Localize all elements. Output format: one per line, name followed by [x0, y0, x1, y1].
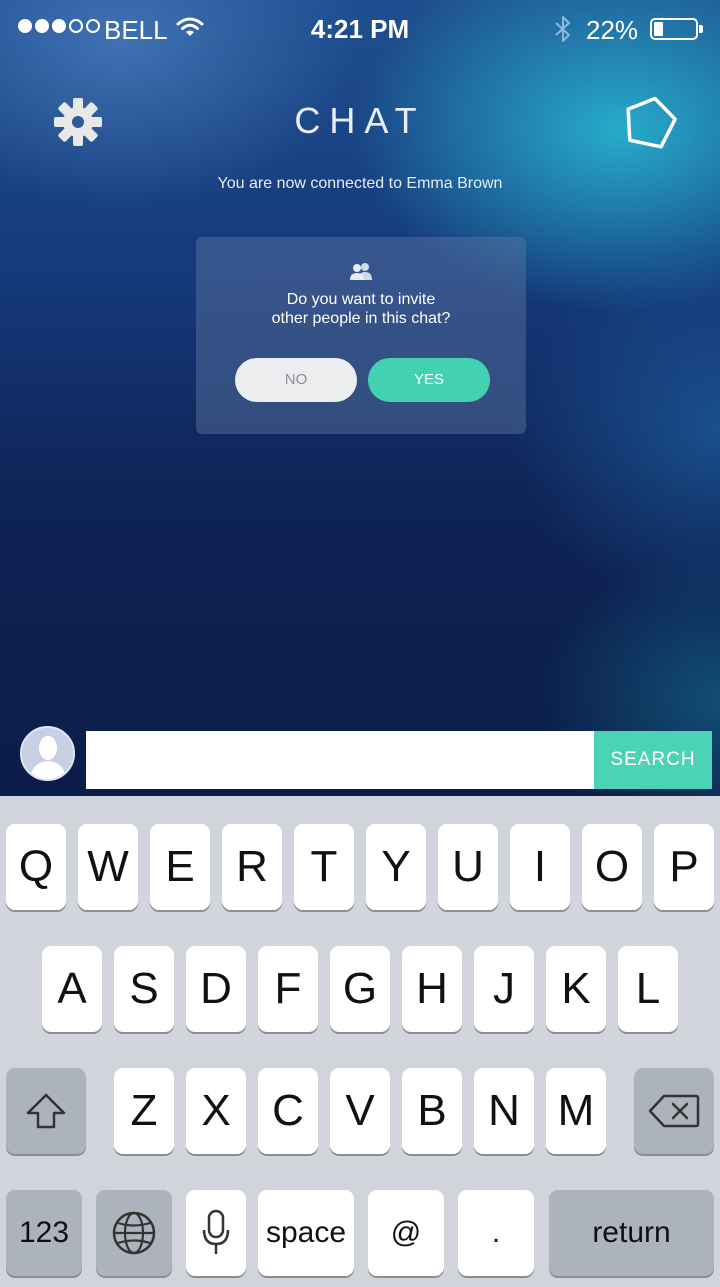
delete-key[interactable] [634, 1068, 714, 1154]
battery-icon [650, 18, 703, 40]
key-a[interactable]: A [42, 946, 102, 1032]
space-key[interactable]: space [258, 1190, 354, 1276]
invite-dialog: Do you want to invite other people in th… [196, 237, 526, 434]
bluetooth-icon [555, 16, 570, 42]
status-bar: BELL 4:21 PM 22% [0, 0, 720, 58]
key-p[interactable]: P [654, 824, 714, 910]
key-i[interactable]: I [510, 824, 570, 910]
key-q[interactable]: Q [6, 824, 66, 910]
key-z[interactable]: Z [114, 1068, 174, 1154]
yes-button[interactable]: YES [368, 358, 490, 402]
key-m[interactable]: M [546, 1068, 606, 1154]
globe-icon [112, 1211, 156, 1255]
pentagon-icon[interactable] [622, 94, 678, 150]
microphone-icon [202, 1209, 230, 1254]
search-button[interactable]: SEARCH [594, 731, 712, 789]
search-input[interactable] [86, 731, 594, 789]
return-key[interactable]: return [549, 1190, 714, 1276]
key-x[interactable]: X [186, 1068, 246, 1154]
key-v[interactable]: V [330, 1068, 390, 1154]
no-button[interactable]: NO [235, 358, 357, 402]
shift-key[interactable] [6, 1068, 86, 1154]
avatar[interactable] [20, 726, 75, 781]
period-key[interactable]: . [458, 1190, 534, 1276]
key-y[interactable]: Y [366, 824, 426, 910]
key-n[interactable]: N [474, 1068, 534, 1154]
numbers-key[interactable]: 123 [6, 1190, 82, 1276]
key-g[interactable]: G [330, 946, 390, 1032]
at-key[interactable]: @ [368, 1190, 444, 1276]
user-silhouette-icon [30, 736, 66, 779]
key-l[interactable]: L [618, 946, 678, 1032]
battery-percent: 22% [586, 15, 639, 45]
battery-level [654, 22, 663, 36]
key-t[interactable]: T [294, 824, 354, 910]
key-j[interactable]: J [474, 946, 534, 1032]
invite-question: Do you want to invite other people in th… [196, 290, 526, 328]
shift-icon [26, 1093, 66, 1129]
backspace-icon [648, 1094, 700, 1128]
key-k[interactable]: K [546, 946, 606, 1032]
key-e[interactable]: E [150, 824, 210, 910]
key-w[interactable]: W [78, 824, 138, 910]
key-h[interactable]: H [402, 946, 462, 1032]
key-s[interactable]: S [114, 946, 174, 1032]
key-c[interactable]: C [258, 1068, 318, 1154]
keyboard: Q W E R T Y U I O P A S D F G H J K L Z … [0, 796, 720, 1282]
connection-status-text: You are now connected to Emma Brown [217, 175, 503, 192]
key-u[interactable]: U [438, 824, 498, 910]
chat-screen: BELL 4:21 PM 22% CHAT You are now connec… [0, 0, 720, 796]
key-o[interactable]: O [582, 824, 642, 910]
microphone-key[interactable] [186, 1190, 246, 1276]
invite-question-line2: other people in this chat? [271, 310, 451, 327]
globe-key[interactable] [96, 1190, 172, 1276]
key-d[interactable]: D [186, 946, 246, 1032]
page-title: CHAT [294, 100, 426, 141]
people-icon [350, 263, 372, 280]
key-f[interactable]: F [258, 946, 318, 1032]
invite-question-line1: Do you want to invite [286, 291, 436, 308]
key-r[interactable]: R [222, 824, 282, 910]
key-b[interactable]: B [402, 1068, 462, 1154]
